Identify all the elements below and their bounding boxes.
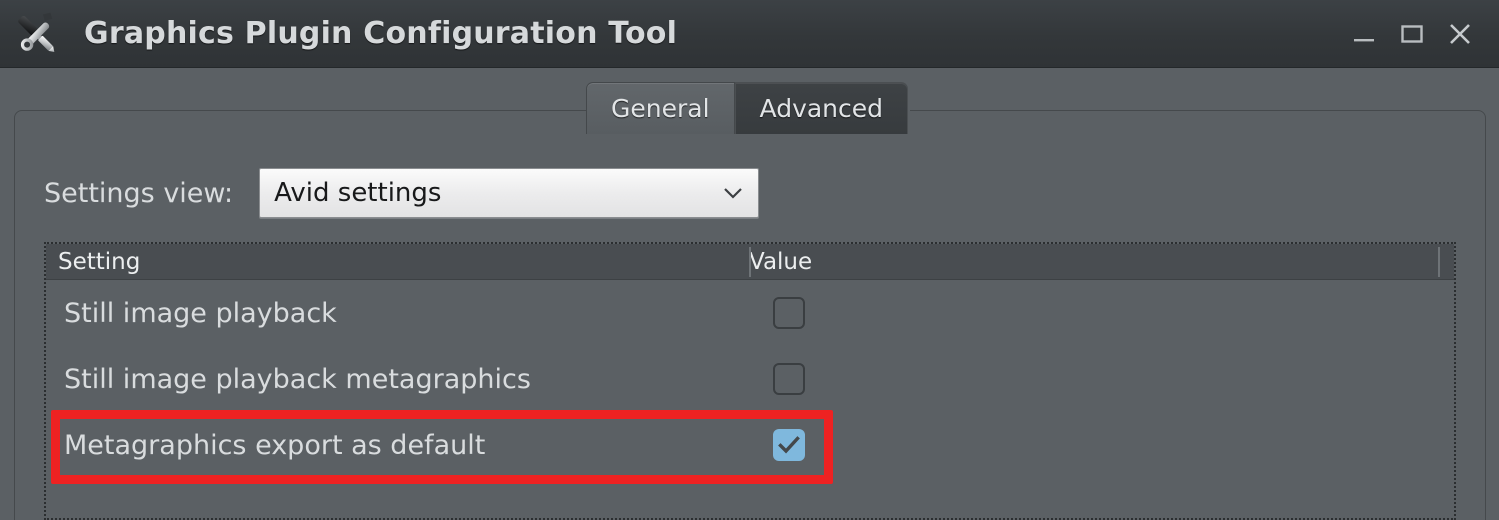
- column-header-setting[interactable]: Setting: [46, 249, 737, 275]
- maximize-button[interactable]: [1399, 21, 1425, 47]
- close-button[interactable]: [1447, 21, 1473, 47]
- setting-name: Still image playback: [64, 297, 337, 329]
- column-divider-2[interactable]: [1438, 247, 1440, 277]
- tab-general[interactable]: General: [586, 82, 735, 134]
- tab-advanced-label: Advanced: [759, 94, 884, 123]
- tools-icon: [18, 12, 60, 52]
- window-title: Graphics Plugin Configuration Tool: [84, 16, 678, 51]
- checkbox-still-image-playback[interactable]: [773, 297, 805, 329]
- settings-view-dropdown[interactable]: Avid settings: [259, 168, 760, 218]
- close-icon: [1450, 23, 1470, 44]
- chevron-down-icon: [724, 188, 742, 199]
- table-header-row: Setting Value: [46, 244, 1454, 280]
- setting-value: [749, 363, 1454, 395]
- column-divider-1[interactable]: [749, 247, 751, 277]
- table-row[interactable]: Metagraphics export as default: [46, 412, 1454, 478]
- table-row[interactable]: Still image playback metagraphics: [46, 346, 1454, 412]
- settings-table[interactable]: Setting Value Still image playback Still…: [44, 242, 1456, 520]
- minimize-icon: [1354, 38, 1374, 41]
- checkbox-metagraphics-export-as-default[interactable]: [773, 429, 805, 461]
- application-window: Graphics Plugin Configuration Tool Gener…: [0, 0, 1499, 520]
- window-controls: [1351, 21, 1499, 47]
- tab-advanced[interactable]: Advanced: [734, 82, 909, 134]
- title-bar: Graphics Plugin Configuration Tool: [0, 0, 1499, 68]
- table-row[interactable]: Still image playback: [46, 280, 1454, 346]
- tab-general-label: General: [611, 94, 710, 123]
- settings-view-value: Avid settings: [274, 178, 442, 208]
- maximize-icon: [1401, 24, 1423, 43]
- checkbox-still-image-playback-metagraphics[interactable]: [773, 363, 805, 395]
- settings-view-label: Settings view:: [44, 177, 234, 209]
- settings-view-row: Settings view: Avid settings: [44, 168, 760, 218]
- setting-name: Still image playback metagraphics: [64, 363, 531, 395]
- setting-name: Metagraphics export as default: [64, 429, 486, 461]
- setting-value: [749, 429, 1454, 461]
- tab-bar: General Advanced: [586, 82, 909, 134]
- minimize-button[interactable]: [1351, 21, 1377, 47]
- check-icon: [778, 436, 800, 454]
- setting-value: [749, 297, 1454, 329]
